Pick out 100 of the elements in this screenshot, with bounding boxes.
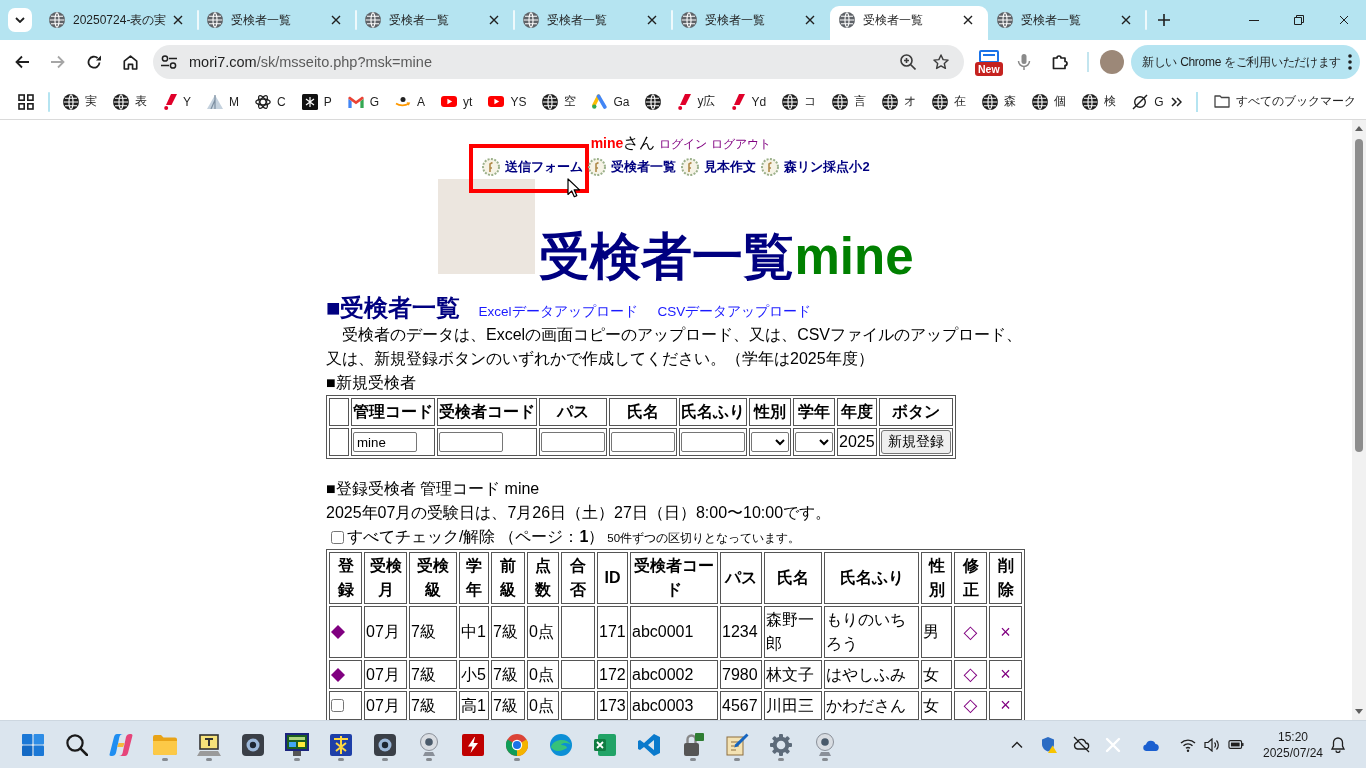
bookmark[interactable]: M [199, 87, 247, 116]
bookmark[interactable]: yt [433, 87, 481, 116]
address-field[interactable]: mori7.com/sk/msseito.php?msk=mine [153, 45, 964, 79]
register-button[interactable]: 新規登録 [880, 430, 951, 454]
browser-tab[interactable]: 受検者一覧 [830, 6, 988, 40]
webcam-icon[interactable] [815, 733, 835, 756]
spreadsheet-icon[interactable] [594, 733, 616, 756]
browser-tab[interactable]: 受検者一覧 [988, 6, 1146, 40]
zoom-in-icon[interactable] [900, 54, 916, 70]
gear-icon[interactable] [770, 733, 792, 756]
site-info-icon[interactable] [161, 55, 177, 69]
minimize-icon[interactable] [1248, 19, 1259, 21]
account-link[interactable]: ログイン [659, 133, 708, 155]
bookmark[interactable]: Y [155, 87, 199, 116]
bookmark[interactable]: 森 [974, 87, 1025, 116]
nav-link[interactable]: 見本作文 [704, 155, 757, 179]
bookmark[interactable]: Ga [584, 87, 638, 116]
start-icon[interactable] [22, 733, 44, 756]
upload-link[interactable]: Excelデータアップロード [478, 297, 638, 327]
close-icon[interactable] [489, 15, 499, 25]
input-field[interactable] [541, 432, 605, 452]
browser-tab[interactable]: 受検者一覧 [356, 6, 514, 40]
check-all-label[interactable]: すべてチェック/解除 [347, 525, 496, 549]
check-all-checkbox[interactable] [331, 530, 344, 544]
chevron-up-icon[interactable] [1011, 741, 1023, 748]
browser-tab[interactable]: 受検者一覧 [198, 6, 356, 40]
nav-link[interactable]: 森リン採点小2 [784, 155, 870, 179]
close-icon[interactable] [173, 15, 183, 25]
double-chevron-icon[interactable] [1171, 96, 1183, 107]
bookmark[interactable]: 空 [534, 87, 585, 116]
tab-search-button[interactable] [8, 8, 32, 32]
bookmark[interactable]: 表 [105, 87, 155, 116]
input-field[interactable] [681, 432, 745, 452]
restore-icon[interactable] [1293, 15, 1304, 25]
bookmark[interactable]: G [1124, 87, 1172, 116]
bookmark[interactable]: C [247, 87, 294, 116]
input-field[interactable] [439, 432, 503, 452]
star-icon[interactable] [933, 54, 949, 70]
close-icon[interactable] [331, 15, 341, 25]
camera-icon[interactable] [374, 733, 396, 756]
scroll-down-icon[interactable] [1355, 709, 1363, 714]
apps-grid-icon[interactable] [18, 93, 34, 110]
microphone-icon[interactable] [1017, 54, 1031, 70]
webcam-icon[interactable] [419, 733, 439, 756]
reload-icon[interactable] [86, 54, 102, 70]
battery-icon[interactable] [1228, 740, 1244, 749]
close-icon[interactable] [963, 15, 973, 25]
bookmark[interactable]: y広 [669, 87, 724, 116]
close-icon[interactable] [805, 15, 815, 25]
scrollbar-thumb[interactable] [1355, 139, 1363, 452]
code-editor-icon[interactable] [638, 733, 660, 756]
cloud-icon[interactable] [1141, 738, 1159, 751]
row-checkbox[interactable] [331, 699, 344, 712]
bookmark[interactable]: オ [874, 87, 925, 116]
copilot-icon[interactable] [109, 732, 133, 757]
delete-link[interactable]: × [1000, 621, 1011, 642]
shield-icon[interactable] [1041, 736, 1057, 753]
bookmark[interactable]: 検 [1074, 87, 1125, 116]
bookmark[interactable]: コ [774, 87, 825, 116]
browser-tab[interactable]: 受検者一覧 [672, 6, 830, 40]
puzzle-icon[interactable] [1052, 54, 1068, 70]
upload-link[interactable]: CSVデータアップロード [657, 297, 812, 327]
wifi-icon[interactable] [1180, 737, 1196, 752]
bolt-tile-icon[interactable] [462, 733, 484, 756]
camera-icon[interactable] [242, 733, 264, 756]
bookmark[interactable]: P [293, 87, 340, 116]
close-icon[interactable] [1338, 15, 1349, 25]
update-button[interactable]: 新しい Chrome をご利用いただけます [1131, 45, 1360, 79]
nav-link[interactable]: 送信フォーム [505, 155, 584, 179]
input-field[interactable]: mine [353, 432, 417, 452]
laptop-icon[interactable] [197, 733, 221, 756]
plus-icon[interactable] [1158, 14, 1170, 26]
bookmark[interactable]: 実 [55, 87, 105, 116]
account-link[interactable]: ログアウト [711, 133, 772, 155]
home-icon[interactable] [122, 54, 138, 70]
more-icon[interactable] [1348, 54, 1352, 70]
dropdown[interactable] [795, 432, 833, 452]
padlock-icon[interactable] [682, 733, 704, 756]
scroll-up-icon[interactable] [1355, 126, 1363, 131]
bookmark[interactable]: 言 [824, 87, 875, 116]
bookmark[interactable]: YS [480, 87, 535, 116]
bookmark[interactable]: 在 [924, 87, 975, 116]
cloud-off-icon[interactable] [1072, 736, 1090, 753]
browser-tab[interactable]: 受検者一覧 [514, 6, 672, 40]
close-icon[interactable] [647, 15, 657, 25]
all-bookmarks-button[interactable]: すべてのブックマーク [1206, 87, 1365, 116]
pencil-paper-icon[interactable] [725, 733, 749, 756]
bookmark[interactable]: Yd [723, 87, 775, 116]
chrome-icon[interactable] [506, 733, 528, 756]
bookmark[interactable]: G [339, 87, 388, 116]
profile-avatar[interactable] [1100, 50, 1124, 74]
bookmark[interactable]: A [387, 87, 434, 116]
dropdown[interactable] [751, 432, 789, 452]
search-icon[interactable] [66, 733, 88, 756]
edge-icon[interactable] [550, 733, 572, 756]
browser-tab[interactable]: 20250724-表の実 [40, 6, 198, 40]
nav-link[interactable]: 受検者一覧 [611, 155, 677, 179]
volume-icon[interactable] [1204, 737, 1220, 752]
close-icon[interactable] [1121, 15, 1131, 25]
bookmark[interactable]: 個 [1024, 87, 1075, 116]
